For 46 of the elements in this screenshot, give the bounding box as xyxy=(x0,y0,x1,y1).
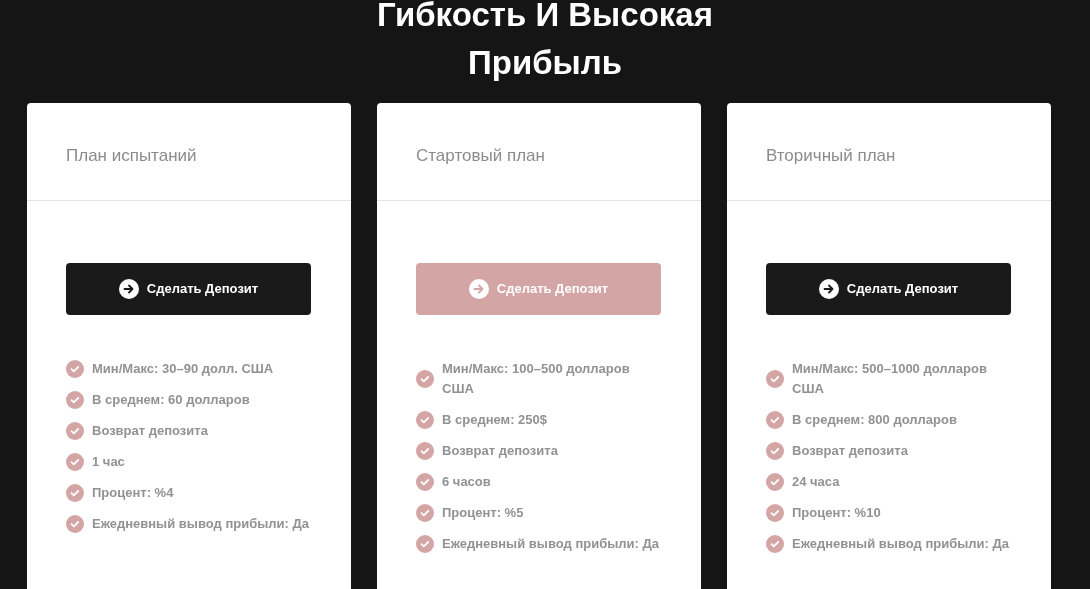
check-icon xyxy=(66,360,84,378)
feature-text: В среднем: 800 долларов xyxy=(792,411,957,429)
feature-text: Процент: %4 xyxy=(92,484,174,502)
check-icon xyxy=(766,411,784,429)
feature-text: Мин/Макс: 30–90 долл. США xyxy=(92,360,274,378)
deposit-button[interactable]: Сделать Депозит xyxy=(66,263,311,315)
feature-text: 24 часа xyxy=(792,473,840,491)
arrow-right-icon xyxy=(818,279,839,299)
check-icon xyxy=(766,535,784,553)
feature-text: Возврат депозита xyxy=(92,422,208,440)
section-heading: Гибкость И Высокая xyxy=(377,0,713,35)
feature-text: Ежедневный вывод прибыли: Да xyxy=(792,535,1009,553)
plan-title: Стартовый план xyxy=(416,145,545,167)
check-icon xyxy=(66,453,84,471)
feature-text: Процент: %10 xyxy=(792,504,881,522)
check-icon xyxy=(66,391,84,409)
feature-text: Возврат депозита xyxy=(442,442,558,460)
feature-text: В среднем: 250$ xyxy=(442,411,548,429)
check-icon xyxy=(416,473,434,491)
check-icon xyxy=(766,504,784,522)
check-icon xyxy=(766,370,784,388)
deposit-button[interactable]: Сделать Депозит xyxy=(766,263,1011,315)
check-icon xyxy=(416,535,434,553)
check-icon xyxy=(66,422,84,440)
check-icon xyxy=(416,370,434,388)
check-icon xyxy=(416,411,434,429)
feature-text: 6 часов xyxy=(442,473,491,491)
check-icon xyxy=(66,515,84,533)
arrow-right-icon xyxy=(468,279,489,299)
check-icon xyxy=(416,442,434,460)
check-icon xyxy=(766,473,784,491)
plan-title: План испытаний xyxy=(66,145,197,167)
feature-text: Процент: %5 xyxy=(442,504,524,522)
check-icon xyxy=(416,504,434,522)
check-icon xyxy=(66,484,84,502)
section-heading: Прибыль xyxy=(468,43,622,83)
arrow-right-icon xyxy=(118,279,139,299)
feature-text: Ежедневный вывод прибыли: Да xyxy=(442,535,659,553)
feature-text: Мин/Макс: 100–500 долларов США xyxy=(442,360,631,398)
feature-text: 1 час xyxy=(92,453,125,471)
plan-title: Вторичный план xyxy=(766,145,896,167)
feature-text: Возврат депозита xyxy=(792,442,908,460)
feature-text: Ежедневный вывод прибыли: Да xyxy=(92,515,309,533)
check-icon xyxy=(766,442,784,460)
feature-text: В среднем: 60 долларов xyxy=(92,391,250,409)
feature-text: Мин/Макс: 500–1000 долларов США xyxy=(792,360,988,398)
